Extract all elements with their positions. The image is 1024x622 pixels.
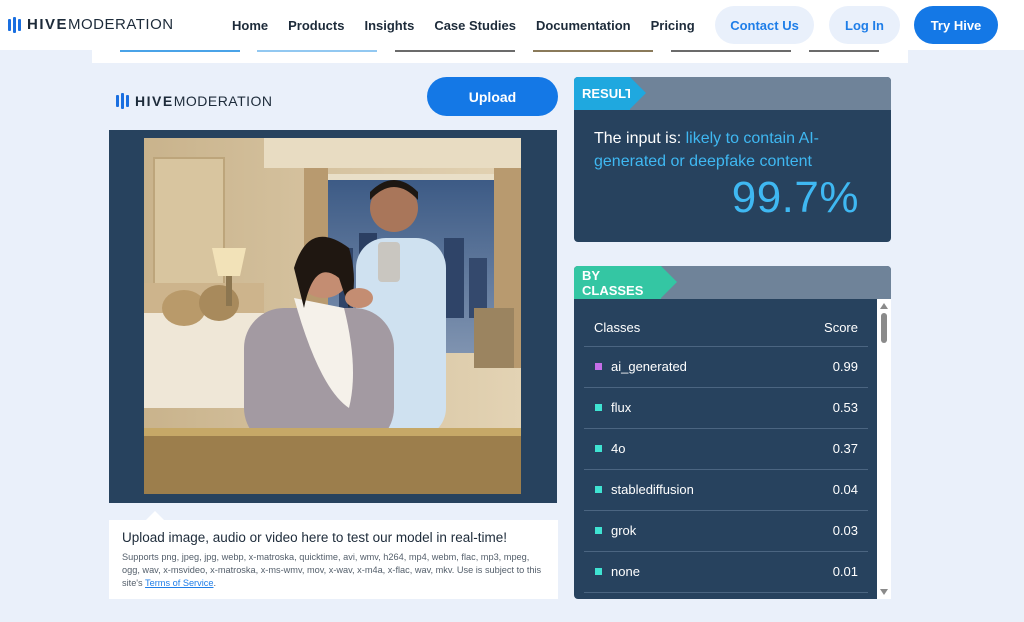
nav-pricing[interactable]: Pricing (651, 18, 695, 33)
hive-logo[interactable]: HIVE MODERATION (8, 16, 174, 33)
class-row: 4o 0.37 (584, 429, 868, 470)
class-row: ai_generated 0.99 (584, 347, 868, 388)
class-name: flux (611, 400, 632, 415)
class-color-swatch (595, 363, 602, 370)
uploaded-image (144, 138, 521, 494)
result-prefix: The input is: (594, 130, 686, 147)
class-score: 0.37 (832, 441, 858, 456)
brand-suffix: MODERATION (68, 16, 174, 33)
demo-brand-name: HIVE (135, 93, 174, 109)
class-color-swatch (595, 568, 602, 575)
class-name: grok (611, 523, 637, 538)
upload-supported-formats: Supports png, jpeg, jpg, webp, x-matrosk… (122, 551, 545, 590)
class-color-swatch (595, 527, 602, 534)
nav-products[interactable]: Products (288, 18, 344, 33)
class-color-swatch (595, 445, 602, 452)
nav-insights[interactable]: Insights (364, 18, 414, 33)
class-row: stablediffusion 0.04 (584, 470, 868, 511)
terms-end: . (213, 578, 217, 588)
class-name: ai_generated (611, 359, 687, 374)
nav-home[interactable]: Home (232, 18, 268, 33)
terms-of-service-link[interactable]: Terms of Service (145, 578, 213, 588)
class-score: 0.03 (832, 523, 858, 538)
class-score: 0.01 (832, 564, 858, 579)
nav-documentation[interactable]: Documentation (536, 18, 631, 33)
demo-hive-logo: HIVE MODERATION (116, 93, 273, 109)
log-in-button[interactable]: Log In (829, 6, 900, 44)
nav-case-studies[interactable]: Case Studies (434, 18, 516, 33)
class-row: flux 0.53 (584, 388, 868, 429)
result-card: RESULT The input is: likely to contain A… (574, 77, 891, 242)
column-header-classes: Classes (594, 320, 641, 335)
classes-card: BY CLASSES Classes Score ai_generated 0.… (574, 266, 891, 599)
upload-button[interactable]: Upload (427, 77, 558, 116)
try-hive-button[interactable]: Try Hive (914, 6, 998, 44)
classes-scrollbar[interactable] (877, 299, 891, 599)
hive-logo-icon (116, 93, 129, 109)
contact-us-button[interactable]: Contact Us (715, 6, 814, 44)
class-name: stablediffusion (611, 482, 694, 497)
result-tag: RESULT (574, 77, 646, 110)
classes-table-header: Classes Score (584, 299, 868, 347)
carousel-strip (92, 50, 908, 63)
class-name: none (611, 564, 640, 579)
upload-info-panel: Upload image, audio or video here to tes… (109, 511, 558, 599)
class-name: 4o (611, 441, 626, 456)
scrollbar-thumb[interactable] (881, 313, 887, 343)
class-row: none 0.01 (584, 552, 868, 593)
top-nav: HIVE MODERATION Home Products Insights C… (0, 0, 1024, 50)
class-score: 0.04 (832, 482, 858, 497)
class-score: 0.99 (832, 359, 858, 374)
result-verdict: The input is: likely to contain AI-gener… (594, 127, 864, 173)
demo-brand-suffix: MODERATION (173, 93, 273, 109)
image-preview-frame (109, 130, 557, 503)
class-score: 0.53 (832, 400, 858, 415)
classes-table[interactable]: Classes Score ai_generated 0.99 flux 0.5… (584, 299, 868, 599)
nav-links: Home Products Insights Case Studies Docu… (232, 0, 715, 50)
hive-logo-icon (8, 16, 21, 33)
upload-title: Upload image, audio or video here to tes… (122, 530, 507, 545)
class-row: grok 0.03 (584, 511, 868, 552)
class-color-swatch (595, 486, 602, 493)
column-header-score: Score (824, 320, 858, 335)
class-color-swatch (595, 404, 602, 411)
uploaded-image-svg (144, 138, 521, 494)
result-card-header: RESULT (574, 77, 891, 110)
scroll-down-arrow-icon[interactable] (880, 589, 888, 595)
scroll-up-arrow-icon[interactable] (880, 303, 888, 309)
result-percentage: 99.7% (731, 173, 859, 222)
by-classes-tag: BY CLASSES (574, 266, 677, 299)
brand-name: HIVE (27, 16, 69, 33)
classes-card-header: BY CLASSES (574, 266, 891, 299)
